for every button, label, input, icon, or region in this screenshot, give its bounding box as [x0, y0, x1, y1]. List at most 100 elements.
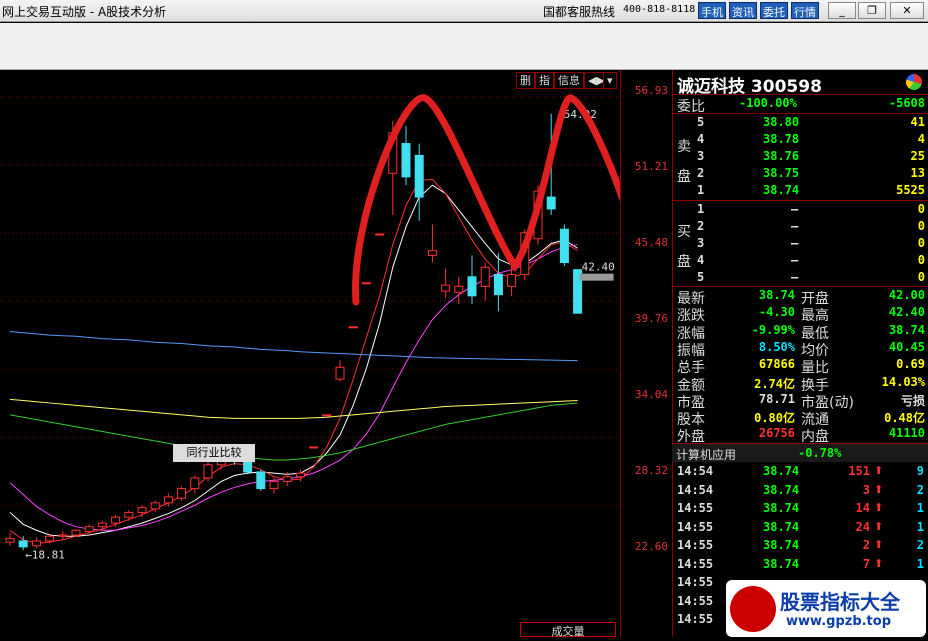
candle-body	[97, 522, 107, 528]
y-tick: 39.76	[634, 312, 668, 325]
close-icon[interactable]: ✕	[890, 2, 924, 19]
up-arrow-icon: ⬆	[874, 519, 884, 533]
candle-body	[84, 526, 94, 532]
hotline-label: 国都客服热线	[543, 5, 616, 19]
candle-body	[493, 273, 503, 296]
candle-body	[427, 250, 437, 256]
candle-body	[58, 534, 68, 537]
stat-row: 最新 38.74 开盘 42.00	[677, 288, 925, 307]
y-tick: 28.32	[634, 464, 668, 477]
logo-icon	[730, 586, 776, 632]
candle-body	[177, 488, 187, 499]
ask-row[interactable]: 4 38.78 4	[673, 132, 928, 149]
up-arrow-icon: ⬆	[874, 538, 884, 551]
candle-body	[361, 282, 371, 285]
candle-body	[322, 414, 332, 417]
candle-body	[454, 285, 464, 293]
candle-body	[150, 502, 160, 510]
volume-tab[interactable]: 成交量	[520, 622, 616, 638]
sector-change: -0.78%	[798, 446, 842, 460]
candle-body	[507, 273, 517, 287]
kline-chart-area[interactable]: ←54.92 ←18.81 42.40	[0, 70, 652, 637]
indicator-button[interactable]: 指	[535, 72, 554, 89]
up-arrow-icon: ⬆	[874, 556, 884, 570]
bid-row[interactable]: 3 — 0	[673, 236, 928, 253]
delete-button[interactable]: 删	[516, 72, 535, 89]
candle-body	[480, 266, 490, 287]
minimize-icon[interactable]: _	[828, 2, 856, 19]
y-tick: 45.48	[634, 236, 668, 249]
restore-icon[interactable]: ❐	[858, 2, 886, 19]
pie-chart-icon[interactable]	[906, 74, 922, 90]
candle-body	[467, 276, 477, 297]
candle-body	[414, 154, 424, 198]
weibi-row: 委比 -100.00% -5608	[677, 96, 925, 115]
tick-row: 14:55 38.74 24 ⬆ 1	[672, 519, 928, 537]
hotline-number: 400-818-8118	[623, 4, 696, 15]
stat-row: 金额 2.74亿 换手 14.03%	[677, 374, 925, 394]
kline-chart[interactable]: ←54.92←18.8142.40	[0, 70, 652, 637]
order-button[interactable]: 委托	[760, 2, 788, 19]
low-price-label: ←18.81	[25, 548, 65, 561]
moving-average-line	[9, 178, 578, 544]
sector-bar: 计算机应用 -0.78%	[672, 444, 928, 462]
candle-body	[256, 471, 266, 490]
stat-row: 涨幅 -9.99% 最低 38.74	[677, 322, 925, 342]
last-price-label: 42.40	[582, 261, 615, 274]
bid-row[interactable]: 5 — 0	[673, 270, 928, 287]
window-title: 网上交易互动版 - A股技术分析	[2, 5, 167, 19]
candle-body	[124, 511, 134, 518]
candle-body	[243, 460, 253, 473]
mobile-button[interactable]: 手机	[698, 2, 726, 19]
candle-body	[546, 196, 556, 210]
moving-average-line	[9, 184, 578, 537]
candle-body	[559, 228, 569, 264]
ask-row[interactable]: 5 38.80 41	[673, 115, 928, 132]
tick-row: 14:55 38.74 14 ⬆ 1	[672, 501, 928, 518]
y-tick: 34.04	[634, 388, 668, 401]
up-arrow-icon: ⬆	[874, 501, 884, 514]
candle-body	[335, 366, 345, 380]
candle-body	[111, 516, 121, 524]
news-button[interactable]: 资讯	[729, 2, 757, 19]
stat-row: 振幅 8.50% 均价 40.45	[677, 339, 925, 359]
candle-body	[71, 529, 81, 536]
up-arrow-icon: ⬆	[874, 482, 884, 496]
candle-body	[190, 477, 200, 490]
tick-row: 14:54 38.74 3 ⬆ 2	[672, 482, 928, 500]
candle-body	[31, 540, 41, 547]
bid-row[interactable]: 2 — 0	[673, 219, 928, 236]
bid-row[interactable]: 1 — 0	[673, 202, 928, 219]
dropdown-chevron-icon[interactable]: ▾	[603, 72, 617, 89]
stat-row: 股本 0.80亿 流通 0.48亿	[677, 411, 925, 429]
market-button[interactable]: 行情	[791, 2, 819, 19]
tick-row: 14:54 38.74 151 ⬆ 9	[672, 464, 928, 481]
industry-compare-button[interactable]: 同行业比较	[173, 444, 255, 462]
y-tick: 56.93	[634, 84, 668, 97]
candle-body	[401, 143, 411, 178]
candle-body	[203, 464, 213, 479]
y-tick: 22.60	[634, 540, 668, 553]
stat-row: 总手 67866 量比 0.69	[677, 357, 925, 377]
title-bar: 网上交易互动版 - A股技术分析 国都客服热线 400-818-8118 手机 …	[0, 0, 928, 22]
stat-row: 外盘 26756 内盘 41110	[677, 426, 925, 446]
ask-row[interactable]: 3 38.76 25	[673, 149, 928, 166]
candle-body	[295, 472, 305, 478]
info-button[interactable]: 信息	[554, 72, 584, 89]
last-price-marker	[579, 273, 614, 281]
moving-average-line	[9, 244, 578, 531]
candle-body	[441, 284, 451, 292]
candle-body	[375, 233, 385, 236]
y-tick: 51.21	[634, 160, 668, 173]
ask-row[interactable]: 2 38.75 13	[673, 166, 928, 183]
bid-row[interactable]: 4 — 0	[673, 253, 928, 270]
moving-average-line	[9, 402, 578, 461]
candle-body	[163, 496, 173, 504]
candle-body	[18, 540, 28, 548]
price-axis: 56.93 51.21 45.48 39.76 34.04 28.32 22.6…	[620, 70, 672, 637]
ask-row[interactable]: 1 38.74 5525	[673, 183, 928, 200]
stat-row: 市盈 78.71 市盈(动) 亏损	[677, 391, 925, 411]
moving-average-line	[9, 331, 578, 362]
candle-body	[269, 480, 279, 490]
candle-body	[45, 535, 55, 542]
